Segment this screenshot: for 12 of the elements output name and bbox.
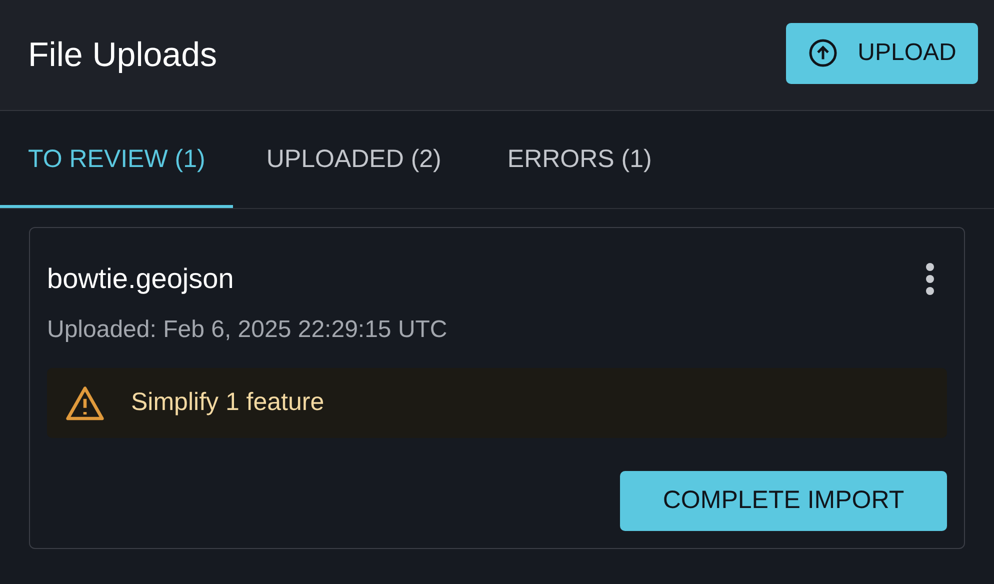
file-name: bowtie.geojson (47, 262, 234, 296)
warning-icon (65, 385, 105, 421)
tab[interactable]: TO REVIEW (1) (0, 111, 234, 208)
upload-date: Uploaded: Feb 6, 2025 22:29:15 UTC (47, 315, 448, 345)
upload-icon (808, 38, 838, 68)
upload-button[interactable]: UPLOAD (786, 22, 978, 84)
tab[interactable]: UPLOADED (2) (233, 111, 474, 208)
tab[interactable]: ERRORS (1) (474, 111, 685, 208)
warning-message: Simplify 1 feature (131, 387, 324, 418)
complete-import-button[interactable]: COMPLETE IMPORT (620, 471, 947, 531)
page-title: File Uploads (28, 34, 217, 76)
more-vertical-icon (925, 262, 935, 296)
